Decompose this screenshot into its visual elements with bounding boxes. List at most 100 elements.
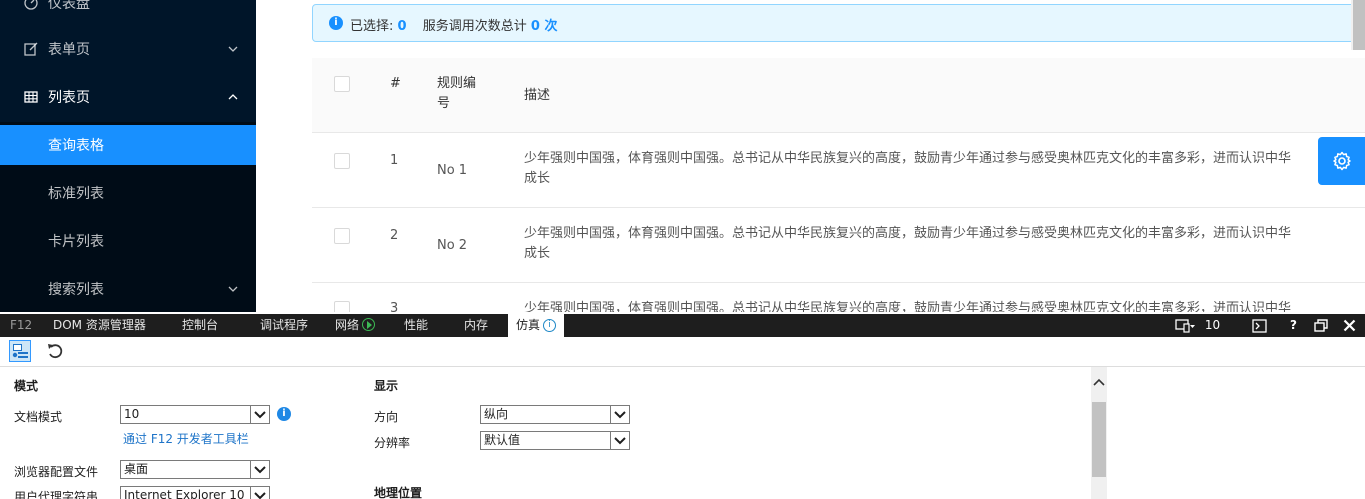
row-index: 1: [390, 153, 399, 168]
tab-network-label: 网络: [335, 318, 360, 332]
total-label: 服务调用次数总计: [422, 19, 527, 34]
doc-mode-select-value: 10: [124, 407, 140, 421]
emulation-scrollbar[interactable]: [1091, 367, 1107, 499]
tab-f12: F12: [10, 318, 33, 332]
reset-emulation-button[interactable]: [44, 340, 66, 362]
alert-text: 已选择: 0 服务调用次数总计 0 次: [350, 15, 557, 34]
row-desc-line1: 少年强则中国强，体育强则中国强。总书记从中华民族复兴的高度，鼓励青少年通过参与感…: [524, 226, 1292, 241]
doc-mode-value: 10: [1204, 318, 1221, 332]
doc-mode-switcher[interactable]: 10: [1175, 314, 1220, 337]
tab-performance[interactable]: 性能: [404, 314, 428, 337]
app-root: 仪表盘 表单页 列表页 查询表格 标准列表 卡片列表 搜索列表 i 已选择: 0…: [0, 0, 1365, 499]
col-rule-header[interactable]: 规则编 号: [437, 74, 476, 114]
table-row[interactable]: 3 少年强则中国强，体育强则中国强。总书记从中华民族复兴的高度，鼓励青少年通过参…: [312, 283, 1365, 312]
f12-toolbar-link[interactable]: 通过 F12 开发者工具栏: [123, 430, 249, 447]
resolution-select-value: 默认值: [484, 433, 521, 447]
info-icon: i: [543, 319, 557, 332]
tab-network[interactable]: 网络: [335, 314, 376, 337]
selected-count: 0: [397, 19, 407, 34]
chevron-down-icon: [228, 286, 238, 292]
row-checkbox[interactable]: [334, 228, 350, 244]
sidebar-item-label: 表单页: [48, 42, 90, 58]
row-rule: No 1: [437, 163, 468, 178]
browser-profile-select[interactable]: 桌面: [120, 460, 270, 479]
sidebar-item-list[interactable]: 列表页: [0, 77, 256, 117]
tab-memory[interactable]: 内存: [464, 314, 488, 337]
user-agent-select[interactable]: Internet Explorer 10: [120, 486, 270, 499]
resolution-select[interactable]: 默认值: [480, 431, 630, 450]
sidebar-item-query-table[interactable]: 查询表格: [0, 125, 256, 165]
row-desc-line1: 少年强则中国强，体育强则中国强。总书记从中华民族复兴的高度，鼓励青少年通过参与感…: [524, 301, 1292, 312]
row-desc: 少年强则中国强，体育强则中国强。总书记从中华民族复兴的高度，鼓励青少年通过参与感…: [524, 224, 1291, 264]
doc-mode-select[interactable]: 10: [120, 405, 270, 424]
row-checkbox[interactable]: [334, 301, 350, 312]
sidebar-item-label: 搜索列表: [48, 282, 104, 298]
chevron-down-icon: [228, 46, 238, 52]
col-index-header: #: [390, 76, 401, 91]
tab-console[interactable]: 控制台: [182, 314, 218, 337]
tab-dom-explorer[interactable]: DOM 资源管理器: [53, 314, 146, 337]
row-index: 3: [390, 301, 399, 312]
col-desc-header: 描述: [524, 88, 551, 103]
settings-button[interactable]: [1318, 137, 1365, 185]
table-row[interactable]: 2 No 2 少年强则中国强，体育强则中国强。总书记从中华民族复兴的高度，鼓励青…: [312, 208, 1365, 283]
settings-sliders-icon: [12, 344, 28, 358]
row-index: 2: [390, 228, 399, 243]
orientation-label: 方向: [374, 410, 399, 424]
row-checkbox[interactable]: [334, 153, 350, 169]
sidebar-item-search-list[interactable]: 搜索列表: [0, 269, 256, 309]
scroll-up-icon[interactable]: [1091, 375, 1107, 391]
f12-devtools: F12 DOM 资源管理器 控制台 调试程序 网络 性能 内存 仿真 i 10 ?: [0, 314, 1365, 499]
tab-debugger[interactable]: 调试程序: [260, 314, 308, 337]
page-scrollbar[interactable]: [1351, 0, 1365, 50]
orientation-select[interactable]: 纵向: [480, 405, 630, 424]
undock-button[interactable]: [1314, 314, 1328, 337]
close-devtools-button[interactable]: [1343, 314, 1356, 337]
row-desc: 少年强则中国强，体育强则中国强。总书记从中华民族复兴的高度，鼓励青少年通过参与感…: [524, 149, 1291, 189]
chevron-down-icon: [254, 492, 266, 499]
persist-emulation-button[interactable]: [9, 340, 31, 362]
chevron-down-icon: [614, 437, 626, 445]
chevron-down-icon: [254, 411, 266, 419]
scrollbar-thumb[interactable]: [1092, 402, 1106, 477]
doc-mode-info-icon[interactable]: i: [277, 407, 291, 421]
dropdown-arrow: [250, 487, 269, 499]
sidebar-item-label: 仪表盘: [48, 0, 90, 12]
row-desc: 少年强则中国强，体育强则中国强。总书记从中华民族复兴的高度，鼓励青少年通过参与感…: [524, 299, 1291, 312]
dropdown-arrow: [610, 406, 629, 423]
help-button[interactable]: ?: [1290, 314, 1297, 337]
col-rule-header-line1: 规则编: [437, 76, 477, 91]
gear-icon: [1332, 151, 1351, 171]
select-all-checkbox[interactable]: [334, 76, 350, 92]
main-content: i 已选择: 0 服务调用次数总计 0 次 # 规则编 号 描述 1 No 1 …: [256, 0, 1365, 312]
selection-alert: i 已选择: 0 服务调用次数总计 0 次: [312, 4, 1365, 42]
sidebar-item-card-list[interactable]: 卡片列表: [0, 221, 256, 261]
table-icon: [24, 91, 38, 103]
tab-emulation[interactable]: 仿真 i: [508, 314, 565, 337]
sidebar-item-label: 卡片列表: [48, 234, 104, 250]
dropdown-arrow: [250, 461, 269, 478]
sidebar-item-form[interactable]: 表单页: [0, 29, 256, 69]
table-row[interactable]: 1 No 1 少年强则中国强，体育强则中国强。总书记从中华民族复兴的高度，鼓励青…: [312, 133, 1365, 208]
sidebar-item-dashboard[interactable]: 仪表盘: [0, 0, 256, 23]
row-desc-line1: 少年强则中国强，体育强则中国强。总书记从中华民族复兴的高度，鼓励青少年通过参与感…: [524, 151, 1292, 166]
dropdown-arrow: [250, 406, 269, 423]
chevron-up-icon: [228, 94, 238, 100]
undo-icon: [48, 344, 63, 359]
geolocation-section-title: 地理位置: [374, 486, 423, 499]
terminal-icon: [1252, 318, 1267, 333]
tab-emulation-label: 仿真: [516, 318, 541, 332]
sidebar-item-label: 列表页: [48, 90, 90, 106]
dashboard-icon: [24, 0, 38, 10]
restore-window-icon: [1314, 319, 1328, 332]
sidebar-item-standard-list[interactable]: 标准列表: [0, 173, 256, 213]
sidebar-item-label: 标准列表: [48, 186, 104, 202]
devtools-tabbar: F12 DOM 资源管理器 控制台 调试程序 网络 性能 内存 仿真 i 10 ?: [0, 314, 1365, 337]
row-desc-line2: 成长: [524, 171, 551, 186]
total-count: 0 次: [530, 19, 558, 34]
form-icon: [24, 42, 38, 56]
monitor-icon: [1175, 318, 1195, 333]
orientation-select-value: 纵向: [484, 407, 509, 421]
console-toggle-button[interactable]: [1252, 314, 1267, 337]
selected-label: 已选择:: [350, 19, 394, 34]
